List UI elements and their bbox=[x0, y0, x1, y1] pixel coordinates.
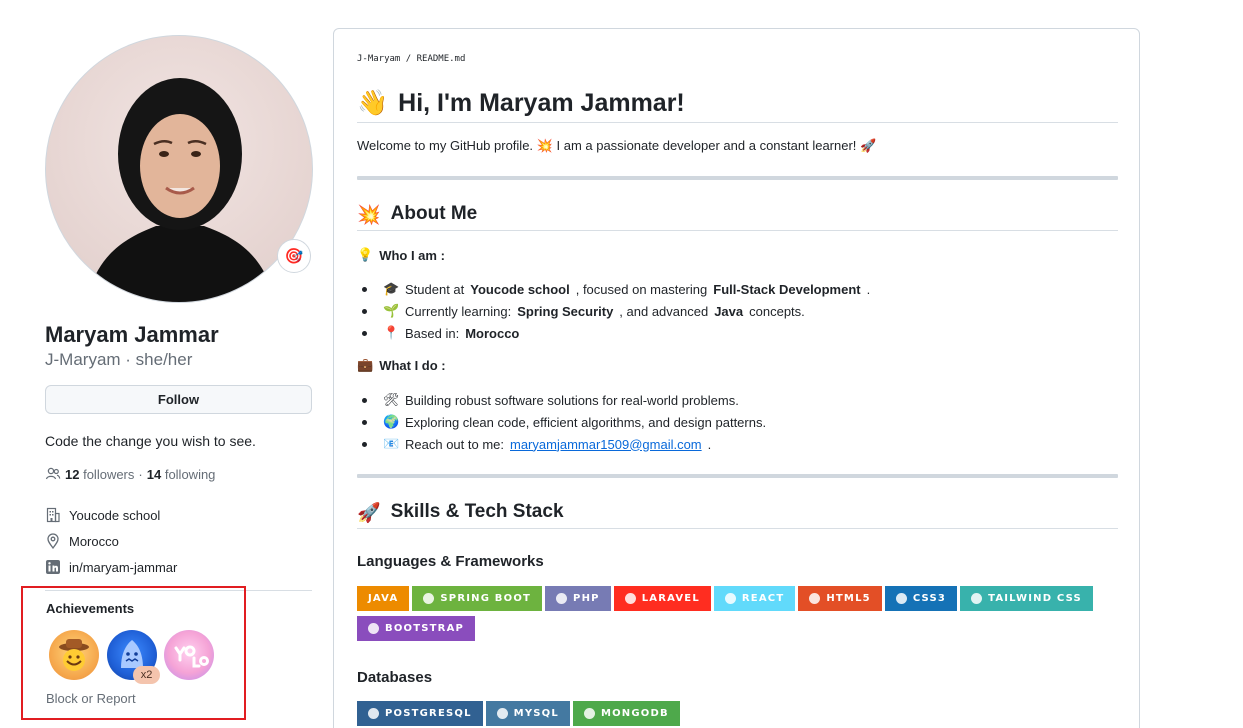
graduation-cap-icon: 🎓 bbox=[383, 281, 400, 297]
email-link[interactable]: maryamjammar1509@gmail.com bbox=[510, 437, 702, 452]
database-badges-row: POSTGRESQL MYSQL MONGODB bbox=[357, 701, 680, 726]
achievements-section: Achievements x2 Block or Report bbox=[21, 586, 246, 720]
list-item: 📧 Reach out to me: maryamjammar1509@gmai… bbox=[357, 433, 766, 455]
react-icon bbox=[724, 593, 736, 604]
list-item: 🌱 Currently learning: Spring Security , … bbox=[357, 300, 870, 322]
list-item: 📍 Based in: Morocco bbox=[357, 322, 870, 344]
collision-icon: 💥 bbox=[536, 139, 553, 154]
laravel-icon bbox=[624, 593, 636, 604]
readme-heading: 👋 Hi, I'm Maryam Jammar! bbox=[357, 84, 1118, 123]
list-item: 🌍 Exploring clean code, efficient algori… bbox=[357, 411, 766, 433]
profile-bio: Code the change you wish to see. bbox=[45, 433, 256, 449]
linkedin-icon bbox=[45, 559, 61, 575]
cowboy-achievement-icon[interactable] bbox=[49, 630, 99, 680]
bootstrap-badge: BOOTSTRAP bbox=[357, 616, 476, 641]
profile-company: Youcode school bbox=[45, 502, 313, 528]
shark-achievement-count: x2 bbox=[133, 666, 160, 684]
intro-paragraph: Welcome to my GitHub profile. 💥 I am a p… bbox=[357, 138, 877, 154]
section-rule bbox=[357, 176, 1118, 180]
profile-full-name: Maryam Jammar bbox=[45, 322, 219, 347]
do-subheading: 💼 What I do : bbox=[357, 358, 446, 373]
avatar[interactable] bbox=[45, 35, 313, 303]
achievements-title[interactable]: Achievements bbox=[46, 601, 134, 616]
block-or-report-link[interactable]: Block or Report bbox=[46, 691, 136, 706]
mysql-badge: MYSQL bbox=[485, 701, 570, 726]
bootstrap-icon bbox=[368, 623, 379, 634]
language-badges-row: BOOTSTRAP bbox=[357, 616, 476, 641]
section-rule bbox=[357, 474, 1118, 478]
profile-location: Morocco bbox=[45, 528, 313, 554]
follow-stats: 12 followers · 14 following bbox=[45, 466, 313, 482]
who-subheading: 💡 Who I am : bbox=[357, 248, 445, 263]
tools-icon: 🛠 bbox=[383, 392, 400, 408]
status-emoji-button[interactable]: 🎯 bbox=[277, 239, 311, 273]
list-item: 🎓 Student at Youcode school , focused on… bbox=[357, 278, 870, 300]
postgresql-badge: POSTGRESQL bbox=[357, 701, 483, 726]
languages-heading: Languages & Frameworks bbox=[357, 553, 544, 570]
css3-icon bbox=[895, 593, 907, 604]
laravel-badge: LARAVEL bbox=[613, 586, 711, 611]
crumb-file-link[interactable]: README.md bbox=[417, 54, 466, 64]
rocket-icon: 🚀 bbox=[357, 501, 381, 524]
spring-badge: SPRING BOOT bbox=[412, 586, 543, 611]
globe-icon: 🌍 bbox=[383, 414, 400, 430]
java-badge: JAVA bbox=[357, 586, 410, 611]
people-icon bbox=[45, 466, 61, 482]
briefcase-icon: 💼 bbox=[357, 358, 374, 373]
spring-icon bbox=[423, 593, 435, 604]
profile-login-pronouns: J-Maryam · she/her bbox=[45, 350, 193, 369]
language-badges-row: JAVA SPRING BOOT PHP LARAVEL REACT HTML5 CSS3 T… bbox=[357, 586, 1093, 611]
organization-icon bbox=[45, 507, 61, 523]
collision-icon: 💥 bbox=[357, 203, 381, 226]
yolo-achievement-icon[interactable] bbox=[164, 630, 214, 680]
profile-details: Youcode school Morocco in/maryam-jammar bbox=[45, 502, 313, 580]
php-icon bbox=[556, 593, 568, 604]
envelope-icon: 📧 bbox=[383, 436, 400, 452]
tailwind-icon bbox=[971, 593, 983, 604]
tailwind-badge: TAILWIND CSS bbox=[960, 586, 1093, 611]
light-bulb-icon: 💡 bbox=[357, 248, 374, 263]
list-item: 🛠 Building robust software solutions for… bbox=[357, 389, 766, 411]
avatar-portrait-icon bbox=[86, 78, 276, 302]
html5-badge: HTML5 bbox=[798, 586, 882, 611]
crumb-user-link[interactable]: J-Maryam bbox=[357, 54, 400, 64]
target-icon: 🎯 bbox=[284, 247, 304, 265]
databases-heading: Databases bbox=[357, 669, 433, 686]
following-link[interactable]: 14 following bbox=[147, 467, 216, 482]
readme-breadcrumb: J-Maryam / README.md bbox=[357, 54, 466, 64]
mysql-icon bbox=[496, 708, 508, 719]
seedling-icon: 🌱 bbox=[383, 303, 400, 319]
postgresql-icon bbox=[368, 708, 379, 719]
profile-sidebar: 🎯 Maryam Jammar J-Maryam · she/her Follo… bbox=[45, 35, 313, 591]
html5-icon bbox=[809, 593, 821, 604]
react-badge: REACT bbox=[713, 586, 796, 611]
mongodb-badge: MONGODB bbox=[572, 701, 680, 726]
readme-card: J-Maryam / README.md 👋 Hi, I'm Maryam Ja… bbox=[333, 28, 1140, 728]
css3-badge: CSS3 bbox=[884, 586, 958, 611]
skills-heading: 🚀 Skills & Tech Stack bbox=[357, 496, 1118, 529]
who-list: 🎓 Student at Youcode school , focused on… bbox=[357, 278, 870, 344]
do-list: 🛠 Building robust software solutions for… bbox=[357, 389, 766, 455]
avatar-container: 🎯 bbox=[45, 35, 313, 303]
about-heading: 💥 About Me bbox=[357, 198, 1118, 231]
rocket-icon: 🚀 bbox=[860, 139, 877, 154]
php-badge: PHP bbox=[545, 586, 611, 611]
followers-link[interactable]: 12 followers bbox=[65, 467, 134, 482]
location-pin-icon bbox=[45, 533, 61, 549]
follow-button[interactable]: Follow bbox=[45, 385, 312, 414]
round-pushpin-icon: 📍 bbox=[383, 325, 400, 341]
waving-hand-icon: 👋 bbox=[357, 88, 389, 117]
mongodb-icon bbox=[583, 708, 595, 719]
profile-linkedin[interactable]: in/maryam-jammar bbox=[45, 554, 313, 580]
